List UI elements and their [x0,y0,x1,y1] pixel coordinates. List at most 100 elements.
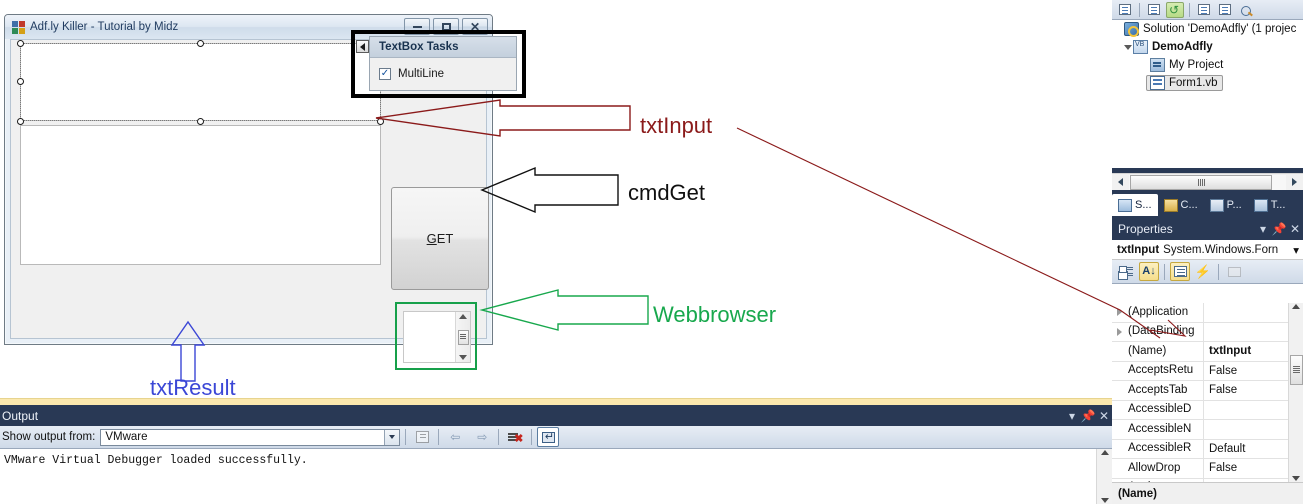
txtInput-property-link-line [736,127,1161,339]
property-value[interactable]: False [1204,462,1288,474]
properties-vscrollbar[interactable] [1288,303,1303,482]
expander-icon[interactable] [1112,322,1126,341]
webbrowser-scrollbar[interactable] [455,312,470,362]
output-titlebar[interactable]: Output ▾ 📌 ✕ [0,405,1112,426]
alphabetical-icon[interactable]: A↓ [1139,262,1159,281]
expander-icon[interactable] [1122,42,1133,53]
solution-explorer-toolbar[interactable]: ↺ [1112,0,1303,20]
expander-icon[interactable] [1112,303,1126,322]
scrollbar-thumb[interactable] [1289,354,1303,385]
close-icon[interactable]: ✕ [1287,221,1303,237]
categorized-icon[interactable] [1116,262,1136,281]
form-icon [1150,76,1165,90]
pin-icon[interactable]: 📌 [1080,408,1096,424]
properties-icon[interactable] [1170,262,1190,281]
selection-handle[interactable] [17,40,24,47]
toggle-word-wrap-icon[interactable] [537,427,560,447]
search-icon[interactable] [1237,2,1255,18]
scroll-down-icon[interactable] [1100,498,1109,503]
toolbar-separator [498,429,500,445]
property-value[interactable]: Default [1204,443,1288,455]
property-row[interactable]: AccessibleN [1112,419,1288,440]
property-row[interactable]: AcceptsTab False [1112,380,1288,401]
output-body[interactable]: VMware Virtual Debugger loaded successfu… [0,449,1112,504]
txtInput-textbox[interactable] [20,43,381,121]
tab-properties-window[interactable]: P... [1204,194,1248,216]
dock-tab-strip[interactable]: S... C... P... T... [1112,192,1303,216]
chevron-down-icon[interactable]: ▾ [1064,408,1080,424]
property-pages-icon[interactable] [1224,262,1244,281]
expander-placeholder [1112,342,1126,361]
properties-toolbar[interactable]: A↓ ⚡ [1112,260,1303,284]
scroll-right-icon[interactable] [1286,175,1303,190]
properties-status-bar: (Name) [1112,482,1303,504]
webbrowser-control[interactable] [403,311,471,363]
property-row[interactable]: (Application [1112,303,1288,323]
tab-solution-explorer[interactable]: S... [1112,194,1158,216]
hscroll-track[interactable] [1129,174,1286,190]
tree-item-solution[interactable]: Solution 'DemoAdfly' (1 projec [1112,20,1303,38]
property-value[interactable]: txtInput [1204,345,1288,357]
output-title-text: Output [2,408,39,423]
tree-item-form1[interactable]: Form1.vb [1112,74,1303,92]
txtResult-textbox[interactable] [20,125,381,265]
selection-handle[interactable] [17,118,24,125]
hscroll-thumb[interactable] [1130,174,1272,190]
multiline-option-row[interactable]: ✓ MultiLine [370,58,516,90]
properties-grid-body[interactable]: (Application (DataBinding (Name) txtInpu… [1112,303,1288,482]
smart-tag-glyph-icon[interactable] [356,40,369,53]
chevron-down-icon[interactable] [384,429,400,445]
scroll-left-icon[interactable] [1112,175,1129,190]
output-source-dropdown[interactable]: VMware [100,428,401,446]
properties-icon[interactable] [1116,2,1134,18]
selection-handle[interactable] [377,118,384,125]
refresh-icon[interactable]: ↺ [1166,1,1184,18]
scroll-down-icon[interactable] [459,355,467,360]
properties-grid[interactable]: (Application (DataBinding (Name) txtInpu… [1112,303,1303,482]
scroll-up-icon[interactable] [1100,450,1109,455]
output-vscrollbar[interactable] [1096,449,1112,504]
tab-class-view[interactable]: C... [1158,194,1204,216]
screenshot-root: Adf.ly Killer - Tutorial by Midz ✕ GET T… [0,0,1303,504]
textbox-tasks-panel[interactable]: TextBox Tasks ✓ MultiLine [369,36,517,91]
tree-item-project[interactable]: DemoAdfly [1112,38,1303,56]
view-code-icon[interactable] [1195,2,1213,18]
multiline-checkbox[interactable]: ✓ [379,68,391,80]
close-icon[interactable]: ✕ [1096,408,1112,424]
go-to-previous-message-icon[interactable]: ⇦ [444,427,466,447]
selection-handle[interactable] [17,78,24,85]
annotation-label-txtinput: txtInput [640,113,713,138]
property-value[interactable]: False [1204,384,1288,396]
property-value[interactable]: False [1204,365,1288,377]
property-row[interactable]: AcceptsRetu False [1112,361,1288,381]
tree-item-my-project[interactable]: My Project [1112,56,1303,74]
view-designer-icon[interactable] [1216,2,1234,18]
properties-object-selector[interactable]: txtInput System.Windows.Forn ▾ [1112,240,1303,260]
multiline-label: MultiLine [398,68,445,80]
show-all-files-icon[interactable] [1145,2,1163,18]
tab-team-explorer[interactable]: T... [1248,194,1292,216]
scroll-down-icon[interactable] [1292,476,1300,481]
property-row[interactable]: (Name) txtInput [1112,341,1288,362]
events-icon[interactable]: ⚡ [1193,262,1213,281]
cmdGet-button[interactable]: GET [391,187,489,290]
scrollbar-thumb[interactable] [457,329,469,345]
property-row[interactable]: (DataBinding [1112,322,1288,342]
solution-explorer-hscrollbar[interactable] [1112,173,1303,190]
clear-all-icon[interactable]: ✖ [504,427,526,447]
property-row[interactable]: AccessibleR Default [1112,439,1288,459]
solution-explorer-tree[interactable]: Solution 'DemoAdfly' (1 projec DemoAdfly… [1112,20,1303,168]
output-toolbar[interactable]: Show output from: VMware ⇦ ⇨ ✖ [0,426,1112,449]
chevron-down-icon[interactable]: ▾ [1255,221,1271,237]
find-message-in-code-icon[interactable] [411,427,433,447]
properties-titlebar[interactable]: Properties ▾ 📌 ✕ [1112,218,1303,240]
scroll-up-icon[interactable] [1292,304,1300,309]
selection-handle[interactable] [197,118,204,125]
selection-handle[interactable] [197,40,204,47]
scroll-up-icon[interactable] [459,314,467,319]
chevron-down-icon[interactable]: ▾ [1293,243,1299,257]
go-to-next-message-icon[interactable]: ⇨ [471,427,493,447]
property-row[interactable]: AccessibleD [1112,400,1288,420]
pin-icon[interactable]: 📌 [1271,221,1287,237]
property-row[interactable]: AllowDrop False [1112,458,1288,479]
